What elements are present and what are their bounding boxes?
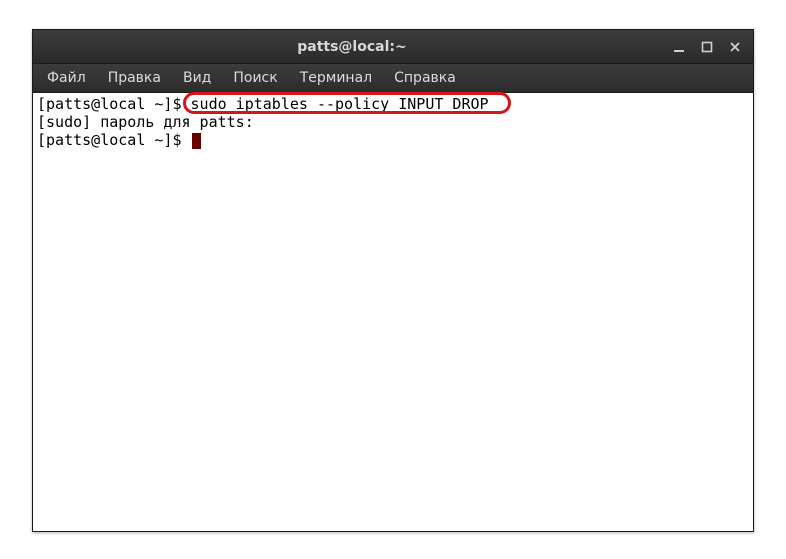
window-titlebar[interactable]: patts@local:~ [33,30,753,64]
minimize-icon [673,41,685,53]
terminal-output[interactable]: [patts@local ~]$ sudo iptables --policy … [33,93,753,531]
maximize-icon [701,41,713,53]
menu-bar: Файл Правка Вид Поиск Терминал Справка [33,64,753,93]
shell-prompt: [patts@local ~]$ [37,95,191,113]
menu-view[interactable]: Вид [173,67,221,89]
shell-prompt: [patts@local ~]$ [37,131,191,149]
menu-file[interactable]: Файл [37,67,96,89]
menu-edit[interactable]: Правка [98,67,171,89]
terminal-line: [patts@local ~]$ sudo iptables --policy … [37,95,749,113]
maximize-button[interactable] [693,34,721,60]
terminal-line: [sudo] пароль для patts: [37,113,749,131]
close-button[interactable] [721,34,749,60]
terminal-window: patts@local:~ Файл Правка Вид Поиск Терм… [32,29,754,532]
shell-command: sudo iptables --policy INPUT DROP [191,95,489,113]
window-title: patts@local:~ [39,39,665,55]
menu-help[interactable]: Справка [384,67,466,89]
menu-search[interactable]: Поиск [223,67,287,89]
sudo-password-prompt: [sudo] пароль для patts: [37,113,254,131]
terminal-line: [patts@local ~]$ [37,131,749,149]
close-icon [729,41,741,53]
minimize-button[interactable] [665,34,693,60]
terminal-cursor [192,133,201,149]
menu-terminal[interactable]: Терминал [290,67,382,89]
